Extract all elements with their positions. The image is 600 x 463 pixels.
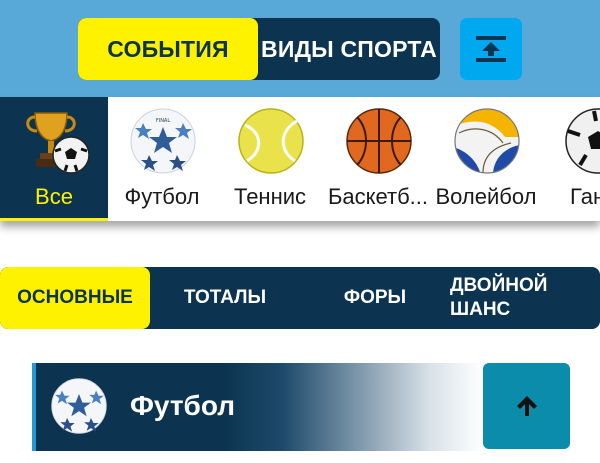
league-title: Футбол (130, 390, 236, 421)
sport-item-label: Ганд (570, 184, 600, 209)
tab-totals[interactable]: ТОТАЛЫ (150, 267, 300, 329)
football-icon: FINAL (130, 108, 196, 174)
tab-main[interactable]: ОСНОВНЫЕ (0, 267, 150, 329)
sport-item-label: Теннис (233, 184, 307, 209)
tab-handicaps[interactable]: ФОРЫ (300, 267, 450, 329)
arrow-up-icon (516, 396, 537, 416)
sport-item-label: Все (35, 184, 73, 209)
trophy-ball-icon (26, 112, 90, 174)
sport-item-label: Волейбол (435, 184, 537, 209)
events-tab[interactable]: СОБЫТИЯ (78, 18, 258, 80)
sport-item-basketball[interactable]: Баскетб... (324, 97, 432, 221)
market-tabs: ОСНОВНЫЕ ТОТАЛЫ ФОРЫ ДВОЙНОЙ ШАНС (0, 267, 600, 329)
sports-tab[interactable]: ВИДЫ СПОРТА (258, 18, 440, 80)
volleyball-icon (454, 108, 520, 174)
league-header[interactable]: Футбол (32, 363, 570, 451)
basketball-icon (346, 108, 412, 174)
handball-icon (565, 108, 600, 174)
tab-double-chance[interactable]: ДВОЙНОЙ ШАНС (450, 267, 547, 329)
view-switch: СОБЫТИЯ ВИДЫ СПОРТА (78, 18, 440, 80)
sports-carousel: Все FINAL Футбол Теннис Баскетб... Волей… (0, 97, 600, 221)
collapse-league-button[interactable] (483, 363, 570, 449)
tennis-ball-icon (238, 108, 304, 174)
sport-item-tennis[interactable]: Теннис (216, 97, 324, 221)
sport-item-handball[interactable]: Ганд (540, 97, 600, 221)
sport-item-football[interactable]: FINAL Футбол (108, 97, 216, 221)
sport-item-label: Баскетб... (327, 184, 429, 209)
svg-text:FINAL: FINAL (156, 118, 171, 124)
scroll-top-icon (476, 36, 506, 62)
top-bar: СОБЫТИЯ ВИДЫ СПОРТА (0, 0, 600, 97)
sport-item-all[interactable]: Все (0, 97, 108, 221)
football-icon (51, 378, 107, 434)
scroll-to-top-button[interactable] (460, 18, 522, 80)
sport-item-volleyball[interactable]: Волейбол (432, 97, 540, 221)
sport-item-label: Футбол (124, 184, 200, 209)
